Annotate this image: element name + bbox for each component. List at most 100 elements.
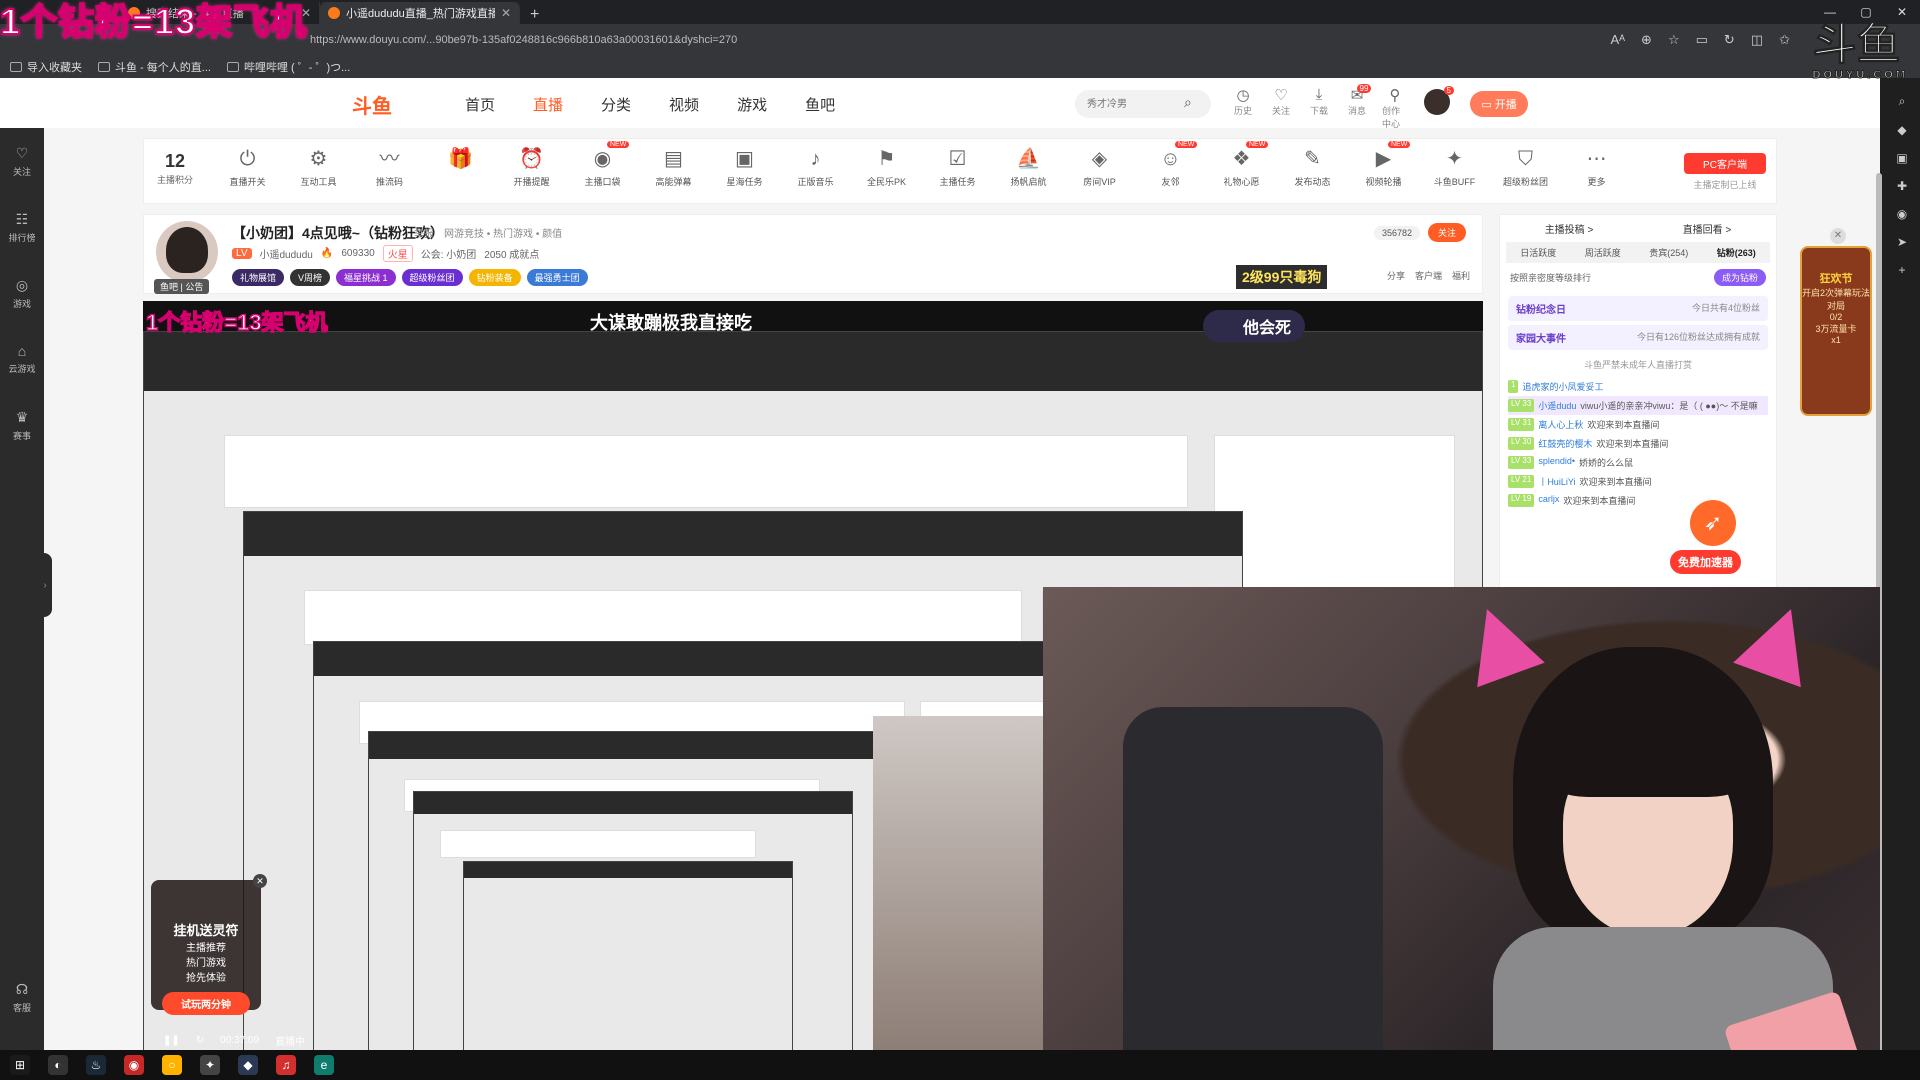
diamond-anniversary-card[interactable]: 钻粉纪念日 今日共有4位粉丝 [1508, 296, 1768, 321]
game-promo-card[interactable]: ✕ 挂机送灵符 主播推荐 热门游戏 抢先体验 试玩两分钟 [151, 874, 267, 1015]
close-icon[interactable]: ✕ [501, 6, 511, 20]
start-live-button[interactable]: ▭ 开播 [1470, 91, 1528, 117]
share-button[interactable]: 分享 [1387, 269, 1405, 282]
username[interactable]: 追虎家的小凤爱妥工 [1522, 380, 1603, 393]
steam-icon[interactable]: ♨ [86, 1055, 106, 1075]
bookmark-item[interactable]: 斗鱼 - 每个人的直... [98, 59, 211, 75]
toolbar-item[interactable]: ▤ 高能弹幕 [638, 147, 709, 188]
close-icon[interactable]: ✕ [253, 874, 267, 888]
guild[interactable]: 公会: 小奶团 [421, 246, 477, 261]
username[interactable]: 红鼓壳的樱木 [1538, 437, 1592, 450]
sidebar-item-follow[interactable]: ♡ 关注 [0, 128, 44, 194]
url-field[interactable]: https://www.douyu.com/...90be97b-135af02… [310, 34, 1510, 46]
read-aloud-icon[interactable]: Aᴬ [1610, 32, 1625, 48]
stream-tag[interactable]: V周榜 [290, 269, 331, 286]
submissions-link[interactable]: 主播投稿 > [1545, 221, 1594, 236]
windows-start-icon[interactable]: ⊞ [10, 1055, 30, 1075]
username[interactable]: 离人心上秋 [1538, 418, 1583, 431]
stream-tag[interactable]: 钻粉装备 [468, 269, 521, 286]
favorites-icon[interactable]: ✩ [1779, 32, 1790, 48]
sidebar-item-cloud-game[interactable]: ⌂ 云游戏 [0, 326, 44, 392]
app-icon[interactable]: ○ [162, 1055, 182, 1075]
username[interactable]: carljx [1538, 494, 1559, 507]
app-icon[interactable]: ✦ [200, 1055, 220, 1075]
toolbar-item[interactable]: ⛵ 扬帆启航 [993, 147, 1064, 188]
app-icon[interactable]: ◆ [238, 1055, 258, 1075]
close-icon[interactable]: ✕ [1830, 228, 1846, 244]
nav-item-live[interactable]: 直播 [533, 94, 563, 115]
username[interactable]: 小遥dudu [1538, 399, 1576, 412]
toolbar-item[interactable]: ⏰ 开播提醒 [496, 147, 567, 188]
sidebar-item-events[interactable]: ♛ 赛事 [0, 392, 44, 458]
sidebar-item-support[interactable]: ☊ 客服 [0, 964, 44, 1030]
bookmark-item[interactable]: 导入收藏夹 [10, 59, 82, 75]
streamer-avatar[interactable] [156, 221, 218, 283]
replay-link[interactable]: 直播回看 > [1683, 221, 1732, 236]
toolbar-item[interactable]: ☺ NEW 友邻 [1135, 141, 1206, 188]
nav-item-game[interactable]: 游戏 [737, 94, 767, 115]
stream-tag[interactable]: 超级粉丝团 [401, 269, 463, 286]
bookmark-item[interactable]: 哔哩哔哩 ( ゜- ゜)つ... [226, 59, 350, 75]
username[interactable]: 丨HuiLiYi [1538, 475, 1575, 488]
follow-button[interactable]: ♡ 关注 [1268, 86, 1294, 130]
chat-message[interactable]: LV 30 红鼓壳的樱木 欢迎来到本直播间 [1508, 434, 1768, 453]
toolbar-item[interactable]: ⛉ 超级粉丝团 [1490, 147, 1561, 188]
toolbar-item[interactable]: ▣ 星海任务 [709, 147, 780, 188]
tab-vip[interactable]: 贵宾(254) [1649, 246, 1688, 259]
follow-button[interactable]: 关注 [1428, 223, 1467, 242]
toolbar-item[interactable]: ✎ 发布动态 [1277, 147, 1348, 188]
stream-tag[interactable]: 礼物展馆 [232, 269, 285, 286]
star-icon[interactable]: ☆ [1668, 32, 1680, 48]
toolbar-item[interactable]: ◈ 房间VIP [1064, 147, 1135, 188]
history-button[interactable]: ◷ 历史 [1230, 86, 1256, 130]
user-avatar[interactable]: 5 [1424, 86, 1454, 115]
chat-message[interactable]: LV 21 丨HuiLiYi 欢迎来到本直播间 [1508, 472, 1768, 491]
creator-center-button[interactable]: ⚲ 创作中心 [1382, 86, 1408, 130]
stream-tag[interactable]: 福星挑战 1 [336, 269, 396, 286]
avatar-tag[interactable]: 鱼吧 | 公告 [154, 279, 210, 294]
app-icon[interactable]: ◐ [48, 1055, 68, 1075]
toolbar-item[interactable]: ♪ 正版音乐 [780, 147, 851, 188]
zoom-icon[interactable]: ⊕ [1641, 32, 1652, 48]
toolbar-item[interactable]: ✦ 斗鱼BUFF [1419, 147, 1490, 188]
add-icon[interactable]: + [1898, 263, 1905, 277]
pc-client-button[interactable]: PC客户端 主播定制已上线 [1684, 153, 1766, 191]
netease-music-icon[interactable]: ♫ [276, 1055, 296, 1075]
tab-weekly[interactable]: 周活跃度 [1585, 246, 1621, 259]
sidebar-icon[interactable]: ◫ [1751, 32, 1763, 48]
toolbar-item[interactable]: 〰推流码 [354, 147, 425, 188]
chat-message[interactable]: 1 追虎家的小凤爱妥工 [1508, 377, 1768, 396]
search-icon[interactable]: ⌕ [1184, 94, 1192, 111]
accelerator-button[interactable]: 免费加速器 [1670, 550, 1741, 574]
toolbar-item[interactable]: ☑ 主播任务 [922, 147, 993, 188]
welfare-button[interactable]: 福利 [1452, 269, 1470, 282]
sidebar-item-game[interactable]: ◎ 游戏 [0, 260, 44, 326]
report-link[interactable]: 举报 [414, 229, 434, 240]
chat-message[interactable]: LV 33 小遥dudu viwu小遥的亲亲冲viwu：是（ ( ●●)～ 不是嘛 [1508, 396, 1768, 415]
toolbar-item[interactable]: 🎁 [425, 147, 496, 188]
briefcase-icon[interactable]: ▣ [1896, 151, 1907, 165]
nav-item-home[interactable]: 首页 [465, 94, 495, 115]
carnival-promo[interactable]: 狂欢节 开启2次弹幕玩法对局 0/2 3万流量卡 x1 [1800, 246, 1872, 416]
family-event-card[interactable]: 家园大事件 今日有126位粉丝达成拥有成就 [1508, 325, 1768, 350]
app-icon[interactable]: ◉ [124, 1055, 144, 1075]
streamer-score[interactable]: 12 主播积分 [152, 151, 198, 186]
nav-item-video[interactable]: 视频 [669, 94, 699, 115]
puzzle-icon[interactable]: ✚ [1897, 179, 1907, 193]
send-icon[interactable]: ➤ [1897, 235, 1907, 249]
outlook-icon[interactable]: ◉ [1897, 207, 1907, 221]
chat-message[interactable]: LV 31 离人心上秋 欢迎来到本直播间 [1508, 415, 1768, 434]
try-game-button[interactable]: 试玩两分钟 [162, 992, 250, 1015]
edge-icon[interactable]: e [314, 1055, 334, 1075]
toolbar-item[interactable]: ⏻ 直播开关 [212, 147, 283, 188]
split-icon[interactable]: ▭ [1696, 32, 1708, 48]
search-icon[interactable]: ⌕ [1899, 94, 1906, 109]
refresh-icon[interactable]: ↻ [1724, 32, 1735, 48]
tab-daily[interactable]: 日活跃度 [1520, 246, 1556, 259]
toolbar-item[interactable]: ◉ NEW 主播口袋 [567, 141, 638, 188]
client-button[interactable]: 客户端 [1415, 269, 1442, 282]
sidebar-collapse-handle[interactable]: › [38, 553, 52, 617]
new-tab-button[interactable]: + [520, 6, 549, 24]
streamer-name[interactable]: 小遥dududu [260, 246, 313, 261]
pause-icon[interactable]: ❚❚ [163, 1035, 180, 1046]
